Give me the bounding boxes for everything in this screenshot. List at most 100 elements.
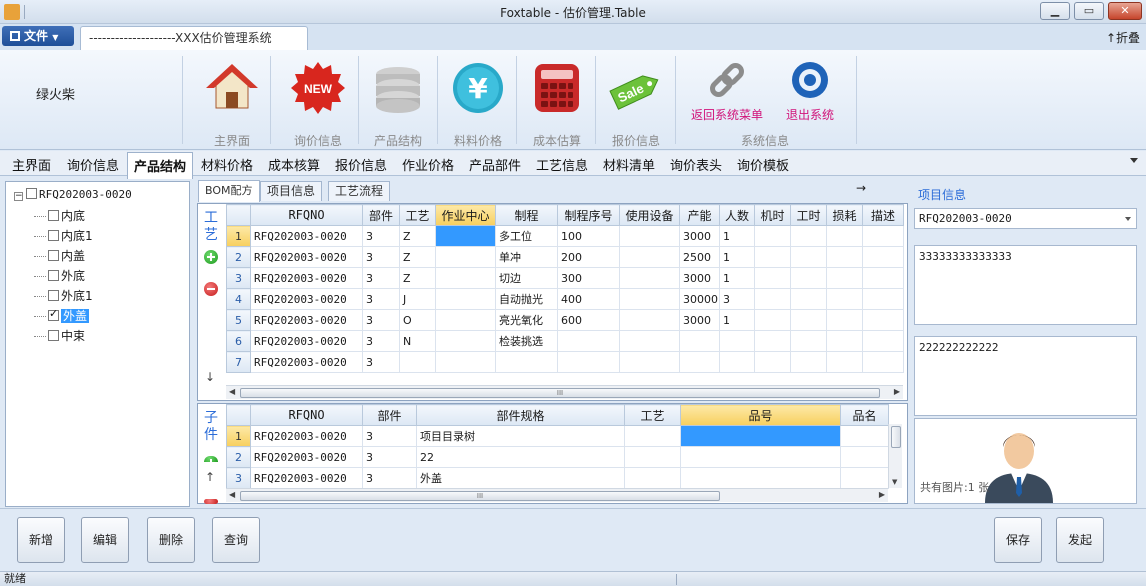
table-row[interactable]: 6 RFQ202003-0020 3 N 检装挑选 — [226, 330, 904, 352]
tab-project-info[interactable]: 项目信息 — [260, 181, 323, 201]
table-cell[interactable] — [754, 288, 791, 310]
table-cell[interactable]: RFQ202003-0020 — [250, 288, 363, 310]
table-cell[interactable]: 2500 — [679, 246, 720, 268]
table-cell[interactable]: Z — [399, 246, 436, 268]
add-row-icon[interactable] — [204, 456, 218, 462]
table-cell[interactable]: 300 — [557, 267, 620, 289]
table-cell[interactable] — [679, 330, 720, 352]
table-cell[interactable]: 3 — [719, 288, 755, 310]
column-header[interactable]: 制程序号 — [557, 204, 620, 226]
column-header[interactable]: 使用设备 — [619, 204, 680, 226]
row-number[interactable]: 2 — [226, 246, 251, 268]
table-cell[interactable] — [826, 309, 863, 331]
add-button[interactable]: 新增 — [17, 517, 65, 563]
ribbon-button-structure[interactable]: 产品结构 — [358, 60, 438, 148]
tab-inquiry-template[interactable]: 询价模板 — [737, 155, 789, 174]
table-row[interactable]: 5 RFQ202003-0020 3 O 亮光氧化 600 3000 1 — [226, 309, 904, 331]
exit-system-button[interactable]: 退出系统 — [778, 60, 842, 130]
table-cell[interactable]: 400 — [557, 288, 620, 310]
tree-checkbox[interactable] — [26, 188, 37, 199]
table-row[interactable]: 1 RFQ202003-0020 3 项目目录树 — [226, 425, 889, 447]
table-cell[interactable]: 3 — [362, 446, 417, 468]
table-cell[interactable] — [680, 425, 841, 447]
tree-item[interactable]: 外底 — [34, 267, 85, 285]
ribbon-button-quote[interactable]: Sale 报价信息 — [596, 60, 676, 148]
tab-quote-info[interactable]: 报价信息 — [335, 155, 387, 174]
column-header[interactable]: 损耗 — [826, 204, 863, 226]
submit-button[interactable]: 发起 — [1056, 517, 1104, 563]
table-cell[interactable] — [754, 246, 791, 268]
column-header[interactable]: 工艺 — [624, 404, 681, 426]
table-cell[interactable]: 切边 — [495, 267, 558, 289]
ribbon-button-inquiry[interactable]: NEW 询价信息 — [278, 60, 358, 148]
table-cell[interactable] — [619, 246, 680, 268]
table-cell[interactable]: 3 — [362, 425, 417, 447]
table-cell[interactable]: 3 — [362, 288, 400, 310]
table-row[interactable]: 3 RFQ202003-0020 3 Z 切边 300 3000 1 — [226, 267, 904, 289]
row-number[interactable]: 5 — [226, 309, 251, 331]
column-header[interactable]: 机时 — [754, 204, 791, 226]
table-cell[interactable]: 1 — [719, 267, 755, 289]
maximize-button[interactable]: ▭ — [1074, 2, 1104, 20]
table-cell[interactable]: RFQ202003-0020 — [250, 467, 363, 489]
table-cell[interactable] — [619, 225, 680, 247]
column-header[interactable]: 工艺 — [399, 204, 436, 226]
table-cell[interactable] — [619, 309, 680, 331]
table-cell[interactable]: RFQ202003-0020 — [250, 351, 363, 373]
tree-item[interactable]: 内底 — [34, 207, 85, 225]
row-number[interactable]: 3 — [226, 467, 251, 489]
chevron-down-icon[interactable] — [1130, 158, 1138, 163]
tree-item[interactable]: 外底1 — [34, 287, 93, 305]
table-cell[interactable]: J — [399, 288, 436, 310]
column-header[interactable]: 部件 — [362, 404, 417, 426]
tab-home[interactable]: 主界面 — [12, 155, 51, 174]
table-cell[interactable] — [754, 330, 791, 352]
table-cell[interactable]: 检装挑选 — [495, 330, 558, 352]
table-cell[interactable] — [435, 225, 496, 247]
table-cell[interactable] — [624, 467, 681, 489]
table-cell[interactable] — [826, 351, 863, 373]
table-cell[interactable]: 3000 — [679, 225, 720, 247]
table-cell[interactable] — [790, 267, 827, 289]
horizontal-scrollbar[interactable]: ◀ III ▶ — [226, 488, 888, 502]
tree-item[interactable]: 内底1 — [34, 227, 93, 245]
table-cell[interactable]: 1 — [719, 309, 755, 331]
table-cell[interactable] — [557, 330, 620, 352]
tree-checkbox[interactable] — [48, 290, 59, 301]
table-cell[interactable] — [840, 425, 889, 447]
table-cell[interactable] — [826, 246, 863, 268]
table-row[interactable]: 2 RFQ202003-0020 3 22 — [226, 446, 889, 468]
table-cell[interactable]: O — [399, 309, 436, 331]
table-cell[interactable] — [790, 309, 827, 331]
table-cell[interactable]: 外盖 — [416, 467, 625, 489]
table-cell[interactable] — [790, 225, 827, 247]
table-cell[interactable] — [624, 425, 681, 447]
photo-panel[interactable]: 共有图片:1 张 — [914, 418, 1137, 504]
column-header[interactable]: 品名 — [840, 404, 889, 426]
tab-cost-accounting[interactable]: 成本核算 — [268, 155, 320, 174]
arrow-up-icon[interactable]: ↑ — [205, 470, 215, 484]
column-header[interactable]: RFQNO — [250, 204, 363, 226]
table-cell[interactable]: 30000 — [679, 288, 720, 310]
horizontal-scrollbar[interactable]: ◀ III ▶ — [226, 385, 903, 399]
tree-checkbox[interactable] — [48, 330, 59, 341]
table-cell[interactable] — [435, 351, 496, 373]
tab-product-parts[interactable]: 产品部件 — [469, 155, 521, 174]
tree-checkbox[interactable] — [48, 270, 59, 281]
table-cell[interactable]: RFQ202003-0020 — [250, 330, 363, 352]
table-cell[interactable] — [790, 288, 827, 310]
tab-material-price[interactable]: 材料价格 — [201, 155, 253, 174]
table-cell[interactable] — [435, 288, 496, 310]
table-cell[interactable]: 3000 — [679, 309, 720, 331]
scrollbar-thumb[interactable]: III — [240, 491, 720, 501]
table-row[interactable]: 2 RFQ202003-0020 3 Z 单冲 200 2500 1 — [226, 246, 904, 268]
table-cell[interactable] — [862, 330, 904, 352]
corner-cell[interactable] — [226, 404, 251, 426]
vertical-scrollbar[interactable]: ▼ — [888, 424, 902, 488]
column-header[interactable]: 品号 — [680, 404, 841, 426]
table-cell[interactable]: 3 — [362, 467, 417, 489]
table-cell[interactable] — [679, 351, 720, 373]
table-row[interactable]: 7 RFQ202003-0020 3 — [226, 351, 904, 373]
table-cell[interactable] — [754, 225, 791, 247]
scroll-left-icon[interactable]: ◀ — [229, 387, 235, 396]
